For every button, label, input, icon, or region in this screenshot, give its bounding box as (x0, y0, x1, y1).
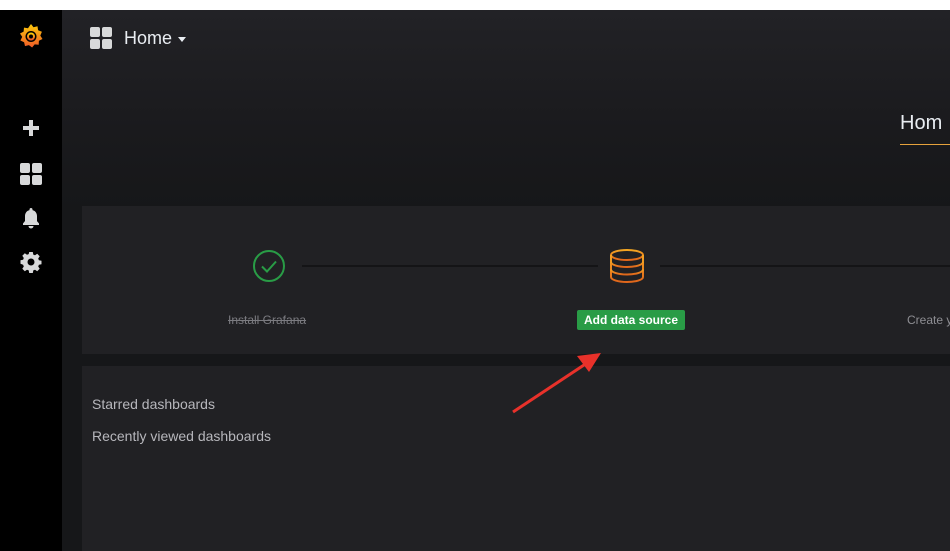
dashboards-icon[interactable] (15, 158, 47, 190)
database-icon[interactable] (608, 247, 646, 285)
step-label-install-grafana: Install Grafana (228, 313, 307, 327)
add-data-source-button[interactable]: Add data source (577, 310, 686, 330)
grafana-logo-icon[interactable] (15, 20, 47, 52)
gear-icon[interactable] (15, 246, 47, 278)
annotation-arrow-icon (512, 353, 601, 414)
plus-icon[interactable] (15, 112, 47, 144)
step-label-create-dashboard[interactable]: Create y (907, 313, 950, 327)
home-tab[interactable]: Hom (900, 112, 942, 135)
starred-dashboards-heading[interactable]: Starred dashboards (92, 396, 215, 412)
app-frame: Home Hom Install Grafana Add data source… (0, 10, 950, 551)
recently-viewed-dashboards-heading[interactable]: Recently viewed dashboards (92, 428, 271, 444)
active-tab-indicator (900, 144, 950, 145)
onboarding-steps-panel: Install Grafana Add data source Create y (82, 206, 950, 354)
dashboard-grid-icon (90, 27, 112, 49)
chevron-down-icon (178, 37, 187, 42)
dashboard-picker[interactable]: Home (90, 24, 187, 52)
step-connector (302, 265, 598, 267)
main-area: Home Hom Install Grafana Add data source… (62, 10, 950, 551)
check-circle-icon (253, 250, 285, 282)
bell-icon[interactable] (15, 202, 47, 234)
page-title: Home (124, 27, 173, 48)
sidebar (0, 10, 62, 551)
step-connector (660, 265, 950, 267)
